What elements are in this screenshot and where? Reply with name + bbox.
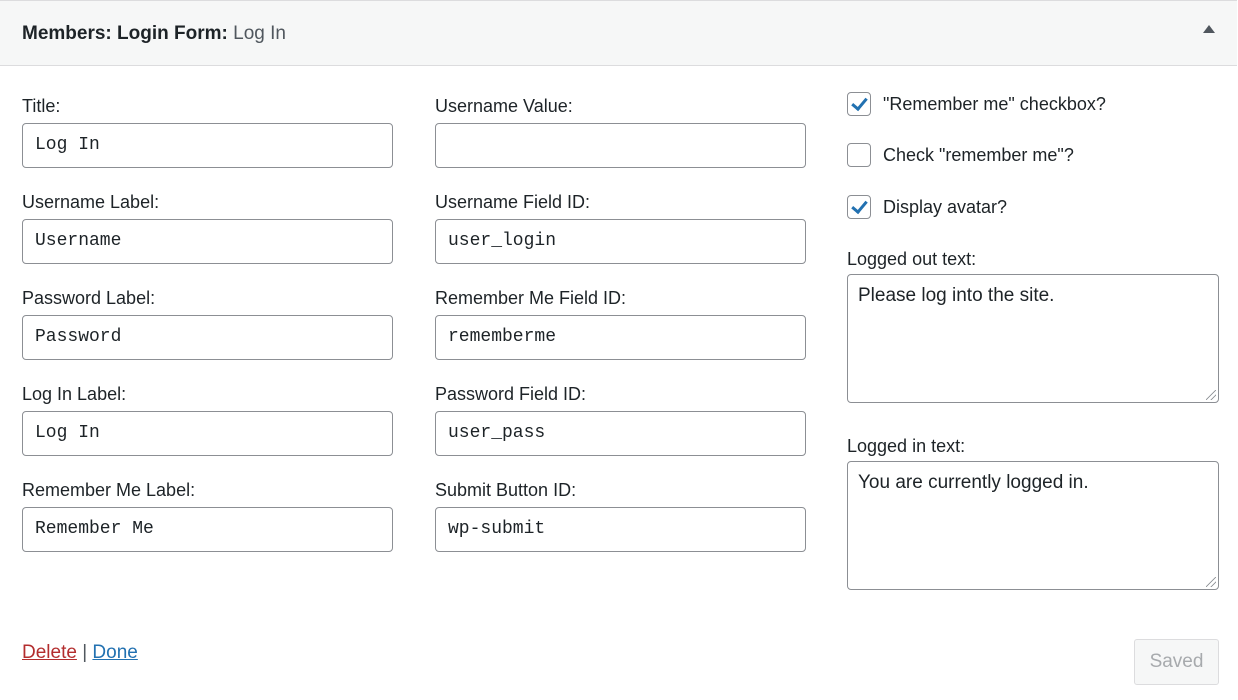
widget-title: Members: Login Form: Log In: [22, 22, 286, 46]
logged-out-field: Logged out text: Please log into the sit…: [847, 248, 1219, 403]
logged-in-field: Logged in text: You are currently logged…: [847, 435, 1219, 590]
password-field-id-label: Password Field ID:: [435, 384, 587, 404]
submit-button-id-field: Submit Button ID: wp-submit: [435, 479, 806, 552]
remember-me-checkbox-label: "Remember me" checkbox?: [883, 93, 1106, 114]
display-avatar-label: Display avatar?: [883, 196, 1008, 217]
logged-in-textarea[interactable]: You are currently logged in.: [847, 461, 1219, 590]
logged-in-label: Logged in text:: [847, 436, 966, 456]
username-field-id-input[interactable]: user_login: [435, 219, 806, 264]
password-field-id-input[interactable]: user_pass: [435, 411, 806, 456]
logged-in-text: You are currently logged in.: [858, 472, 1089, 493]
display-avatar-checkbox[interactable]: [847, 195, 871, 219]
delete-link[interactable]: Delete: [22, 642, 77, 663]
login-label-field: Log In Label: Log In: [22, 383, 393, 456]
remember-me-field-id-input[interactable]: rememberme: [435, 315, 806, 360]
remember-me-checkbox[interactable]: [847, 92, 871, 116]
logged-out-label: Logged out text:: [847, 249, 977, 269]
title-label: Title:: [22, 96, 61, 116]
separator: |: [82, 642, 88, 663]
widget-instance-title: Log In: [233, 23, 286, 44]
title-field: Title: Log In: [22, 95, 393, 168]
logged-out-text: Please log into the site.: [858, 285, 1055, 306]
remember-me-label-input[interactable]: Remember Me: [22, 507, 393, 552]
resize-grip-icon[interactable]: [1206, 577, 1216, 587]
display-avatar-row[interactable]: Display avatar?: [847, 195, 1007, 219]
title-input[interactable]: Log In: [22, 123, 393, 168]
remember-me-field-id-field: Remember Me Field ID: rememberme: [435, 287, 806, 360]
check-remember-me-label: Check "remember me"?: [883, 144, 1074, 165]
widget-actions: Delete | Done: [22, 641, 138, 665]
username-label-field: Username Label: Username: [22, 191, 393, 264]
password-label-field: Password Label: Password: [22, 287, 393, 360]
remember-me-checkbox-row[interactable]: "Remember me" checkbox?: [847, 92, 1106, 116]
resize-grip-icon[interactable]: [1206, 390, 1216, 400]
submit-button-id-label: Submit Button ID:: [435, 480, 577, 500]
remember-me-label-label: Remember Me Label:: [22, 480, 196, 500]
logged-out-textarea[interactable]: Please log into the site.: [847, 274, 1219, 403]
check-remember-me-checkbox[interactable]: [847, 143, 871, 167]
password-label-input[interactable]: Password: [22, 315, 393, 360]
username-field-id-field: Username Field ID: user_login: [435, 191, 806, 264]
username-value-label: Username Value:: [435, 96, 573, 116]
password-field-id-field: Password Field ID: user_pass: [435, 383, 806, 456]
username-field-id-label: Username Field ID:: [435, 192, 591, 212]
username-label-label: Username Label:: [22, 192, 160, 212]
widget-name: Members: Login Form:: [22, 23, 228, 44]
login-label-label: Log In Label:: [22, 384, 127, 404]
done-link[interactable]: Done: [92, 642, 137, 663]
login-label-input[interactable]: Log In: [22, 411, 393, 456]
submit-button-id-input[interactable]: wp-submit: [435, 507, 806, 552]
check-remember-me-row[interactable]: Check "remember me"?: [847, 143, 1074, 167]
username-value-input[interactable]: [435, 123, 806, 168]
remember-me-label-field: Remember Me Label: Remember Me: [22, 479, 393, 552]
password-label-label: Password Label:: [22, 288, 156, 308]
username-value-field: Username Value:: [435, 95, 806, 168]
collapse-arrow-icon[interactable]: [1203, 25, 1215, 33]
remember-me-field-id-label: Remember Me Field ID:: [435, 288, 627, 308]
widget-header[interactable]: Members: Login Form: Log In: [0, 0, 1237, 66]
saved-button[interactable]: Saved: [1134, 639, 1219, 685]
username-label-input[interactable]: Username: [22, 219, 393, 264]
